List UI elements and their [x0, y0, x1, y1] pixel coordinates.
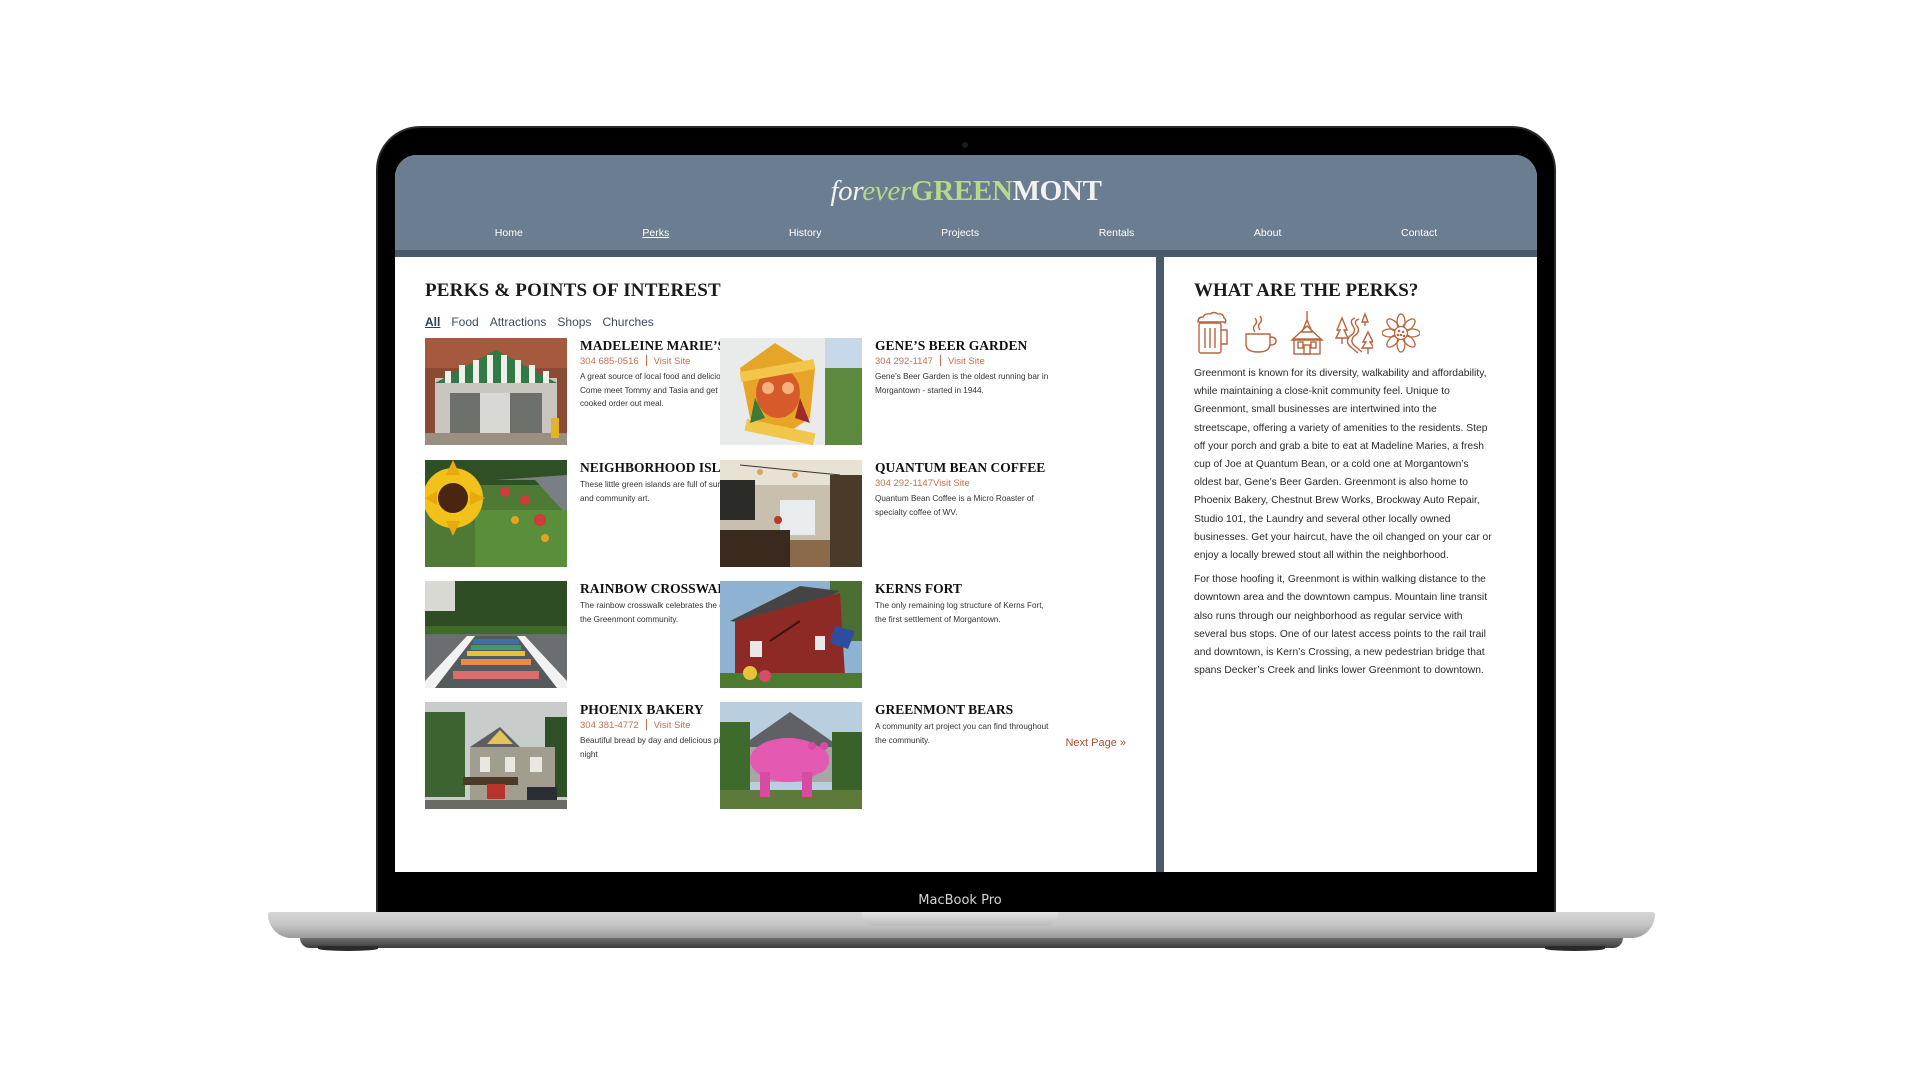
perk-description: Quantum Bean Coffee is a Micro Roaster o… — [875, 494, 1034, 517]
perk-card-rainbow-crosswalk[interactable]: RAINBOW CROSSWALK The rainbow crosswalk … — [425, 581, 758, 689]
nav-rentals[interactable]: Rentals — [1099, 227, 1135, 239]
nav-perks[interactable]: Perks — [642, 227, 669, 239]
perk-name: QUANTUM BEAN COFFEE — [875, 460, 1046, 475]
nav-contact[interactable]: Contact — [1401, 227, 1437, 239]
laptop-foot-left — [318, 946, 378, 951]
beer-mug-icon — [1194, 310, 1232, 356]
perk-card-quantum-bean-coffee[interactable]: QUANTUM BEAN COFFEE 304 292-1147Visit Si… — [720, 460, 1045, 568]
camera-dot — [962, 142, 968, 148]
visit-site-link[interactable]: Visit Site — [948, 356, 985, 367]
perk-description: Gene’s Beer Garden is the oldest running… — [875, 372, 1049, 395]
perk-image[interactable] — [425, 460, 567, 567]
perk-image[interactable] — [425, 702, 567, 809]
perk-card-madeleine-maries[interactable]: MADELEINE MARIE’S 304 685-0516 Visit Site… — [425, 338, 758, 446]
visit-site-link[interactable]: Visit Site — [933, 478, 970, 489]
perk-card-greenmont-bears[interactable]: GREENMONT BEARS A community art project … — [720, 702, 1048, 810]
device-label: MacBook Pro — [918, 893, 1002, 908]
filter-food[interactable]: Food — [451, 315, 478, 329]
trail-trees-icon — [1334, 310, 1376, 356]
perk-name: KERNS FORT — [875, 581, 962, 596]
perk-image[interactable] — [720, 581, 862, 688]
perk-description: A community art project you can find thr… — [875, 722, 1049, 745]
perk-description: The only remaining log structure of Kern… — [875, 601, 1044, 624]
laptop-base-underside — [300, 938, 1623, 948]
perk-image[interactable] — [720, 338, 862, 445]
contact-separator — [939, 355, 941, 366]
contact-separator — [645, 719, 647, 730]
header-divider — [395, 250, 1537, 257]
church-icon — [1288, 310, 1326, 356]
filter-shops[interactable]: Shops — [557, 315, 591, 329]
nav-history[interactable]: History — [789, 227, 822, 239]
filter-all[interactable]: All — [425, 315, 440, 329]
perk-image[interactable] — [720, 460, 862, 567]
perk-image[interactable] — [720, 702, 862, 809]
laptop-thumb-notch — [862, 912, 1058, 926]
sidebar-body: Greenmont is known for its diversity, wa… — [1194, 365, 1494, 686]
visit-site-link[interactable]: Visit Site — [654, 720, 691, 731]
sunflower-icon — [1381, 310, 1421, 356]
filter-attractions[interactable]: Attractions — [490, 315, 547, 329]
perks-icon-row — [1194, 310, 1421, 356]
perks-section: PERKS & POINTS OF INTEREST All Food Attr… — [395, 257, 1156, 872]
perk-phone[interactable]: 304 685-0516 — [580, 356, 639, 367]
laptop-screen: foreverGREENMONT Home Perks History Proj… — [395, 155, 1537, 872]
perk-phone[interactable]: 304 381-4772 — [580, 720, 639, 731]
perk-card-neighborhood-islands[interactable]: NEIGHBORHOOD ISLANDS These little green … — [425, 460, 757, 568]
logo-part-ever: ever — [862, 175, 911, 207]
main-nav: Home Perks History Projects Rentals Abou… — [395, 227, 1537, 239]
perk-card-phoenix-bakery[interactable]: PHOENIX BAKERY 304 381-4772 Visit Site Be… — [425, 702, 748, 810]
perk-card-genes-beer-garden[interactable]: GENE’S BEER GARDEN 304 292-1147 Visit Sit… — [720, 338, 1048, 446]
laptop-foot-right — [1545, 946, 1605, 951]
perk-image[interactable] — [425, 581, 567, 688]
sidebar-title: WHAT ARE THE PERKS? — [1194, 280, 1419, 301]
perk-card-kerns-fort[interactable]: KERNS FORT The only remaining log struct… — [720, 581, 1044, 689]
filter-churches[interactable]: Churches — [602, 315, 653, 329]
page-title: PERKS & POINTS OF INTEREST — [425, 280, 721, 301]
perk-phone[interactable]: 304 292-1147 — [875, 478, 933, 489]
next-page-link[interactable]: Next Page » — [1065, 737, 1126, 749]
perks-sidebar: WHAT ARE THE PERKS? Greenmont is known f… — [1164, 257, 1537, 872]
perk-phone[interactable]: 304 292-1147 — [875, 356, 933, 367]
perk-name: GREENMONT BEARS — [875, 702, 1014, 717]
contact-separator — [645, 355, 647, 366]
nav-projects[interactable]: Projects — [941, 227, 979, 239]
perk-name: GENE’S BEER GARDEN — [875, 338, 1028, 353]
logo-part-green: GREEN — [910, 175, 1013, 207]
perk-image[interactable] — [425, 338, 567, 445]
sidebar-paragraph: Greenmont is known for its diversity, wa… — [1194, 368, 1492, 562]
coffee-cup-icon — [1241, 310, 1279, 356]
logo-part-for: for — [830, 175, 863, 207]
category-filters: All Food Attractions Shops Churches — [425, 315, 654, 329]
site-logo[interactable]: foreverGREENMONT — [395, 175, 1537, 208]
visit-site-link[interactable]: Visit Site — [654, 356, 691, 367]
logo-part-mont: MONT — [1012, 175, 1102, 207]
nav-about[interactable]: About — [1254, 227, 1281, 239]
site-header: foreverGREENMONT Home Perks History Proj… — [395, 155, 1537, 250]
nav-home[interactable]: Home — [495, 227, 523, 239]
sidebar-paragraph: For those hoofing it, Greenmont is withi… — [1194, 574, 1488, 677]
column-divider — [1156, 257, 1164, 872]
